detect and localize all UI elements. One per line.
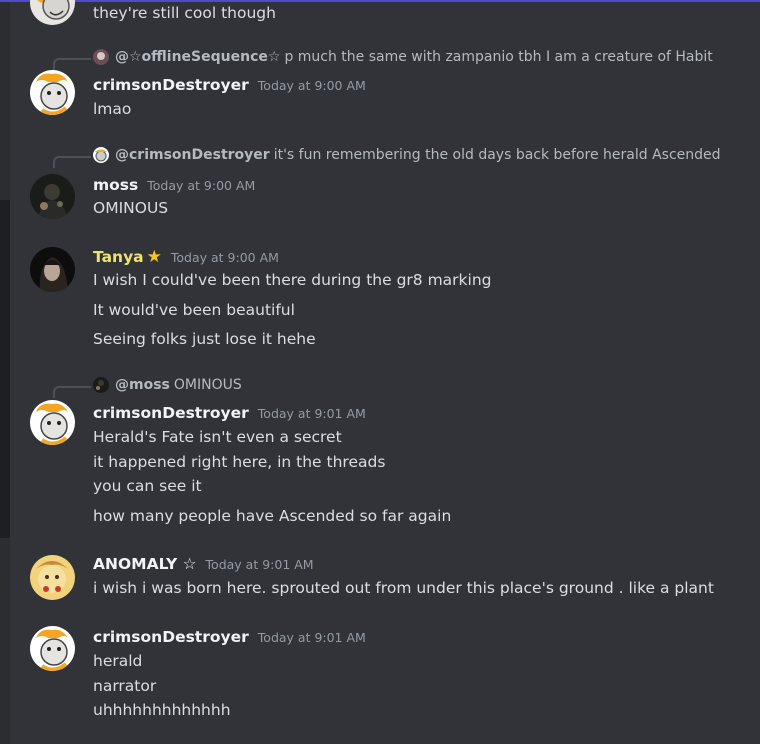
reply-connector: [53, 58, 91, 70]
message-header: ANOMALY ☆ Today at 9:01 AM: [93, 555, 314, 573]
message-text: herald: [93, 652, 143, 670]
message-text: it happened right here, in the threads: [93, 453, 386, 471]
reply-author[interactable]: @moss: [115, 377, 170, 393]
message-text: narrator: [93, 677, 157, 695]
star-icon: ★: [146, 247, 162, 267]
timestamp[interactable]: Today at 9:00 AM: [147, 178, 255, 193]
message-list: they're still cool though @☆offlineSeque…: [0, 0, 760, 744]
avatar[interactable]: [30, 0, 75, 25]
avatar[interactable]: [30, 555, 75, 600]
message-header: crimsonDestroyer Today at 9:01 AM: [93, 628, 366, 646]
message-header: Tanya ★ Today at 9:00 AM: [93, 247, 279, 267]
reply-text: it's fun remembering the old days back b…: [273, 147, 721, 163]
username[interactable]: moss: [93, 176, 138, 194]
reply-preview[interactable]: @moss OMINOUS: [93, 377, 242, 393]
message-text: Seeing folks just lose it hehe: [93, 330, 316, 348]
message-text: OMINOUS: [93, 199, 169, 217]
timestamp[interactable]: Today at 9:00 AM: [258, 78, 366, 93]
reply-text: p much the same with zampanio tbh I am a…: [284, 49, 713, 65]
message-text: lmao: [93, 100, 132, 118]
avatar[interactable]: [30, 247, 75, 292]
username[interactable]: crimsonDestroyer: [93, 628, 249, 646]
message-header: crimsonDestroyer Today at 9:00 AM: [93, 76, 366, 94]
reply-avatar: [93, 147, 109, 163]
timestamp[interactable]: Today at 9:01 AM: [258, 630, 366, 645]
reply-author[interactable]: @crimsonDestroyer: [115, 147, 270, 163]
timestamp[interactable]: Today at 9:01 AM: [206, 557, 314, 572]
message-text: I wish I could've been there during the …: [93, 271, 492, 289]
username[interactable]: ANOMALY ☆: [93, 555, 197, 573]
reply-avatar: [93, 377, 109, 393]
reply-preview[interactable]: @☆offlineSequence☆ p much the same with …: [93, 49, 713, 65]
message-text: you can see it: [93, 477, 202, 495]
reply-connector: [53, 156, 91, 168]
message-text: Herald's Fate isn't even a secret: [93, 428, 342, 446]
reply-avatar: [93, 49, 109, 65]
timestamp[interactable]: Today at 9:01 AM: [258, 406, 366, 421]
message-header: crimsonDestroyer Today at 9:01 AM: [93, 404, 366, 422]
username[interactable]: Tanya: [93, 248, 144, 266]
message-text: how many people have Ascended so far aga…: [93, 507, 452, 525]
message-text: It would've been beautiful: [93, 301, 295, 319]
username[interactable]: crimsonDestroyer: [93, 76, 249, 94]
avatar[interactable]: [30, 626, 75, 671]
reply-author[interactable]: @☆offlineSequence☆: [115, 49, 280, 65]
reply-preview[interactable]: @crimsonDestroyer it's fun remembering t…: [93, 147, 721, 163]
reply-connector: [53, 386, 91, 398]
avatar[interactable]: [30, 174, 75, 219]
username[interactable]: crimsonDestroyer: [93, 404, 249, 422]
message-text: i wish i was born here. sprouted out fro…: [93, 579, 714, 597]
avatar[interactable]: [30, 70, 75, 115]
avatar[interactable]: [30, 400, 75, 445]
message-text: uhhhhhhhhhhhhh: [93, 701, 231, 719]
message-text: they're still cool though: [93, 4, 276, 22]
reply-text: OMINOUS: [173, 377, 242, 393]
message-header: moss Today at 9:00 AM: [93, 176, 255, 194]
timestamp[interactable]: Today at 9:00 AM: [171, 250, 279, 265]
